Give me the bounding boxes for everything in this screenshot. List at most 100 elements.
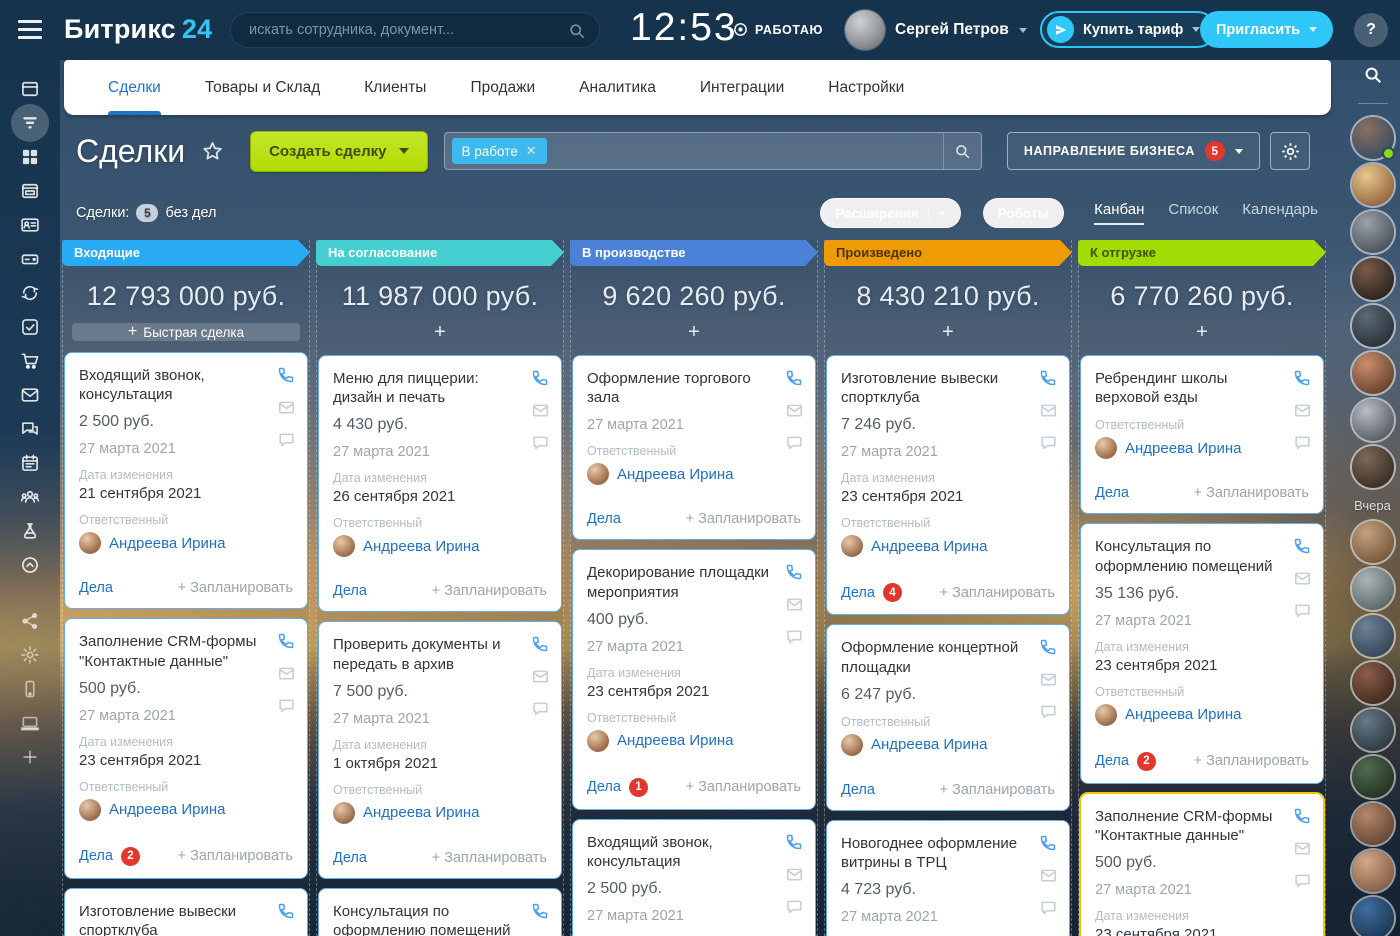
filter-search-field[interactable]: В работе ✕ [444, 132, 982, 170]
phone-icon[interactable] [530, 634, 550, 654]
phone-icon[interactable] [1292, 368, 1312, 388]
chat-icon[interactable] [1293, 871, 1312, 890]
mail-icon[interactable] [1293, 569, 1312, 588]
sidebar-item-employees[interactable] [0, 480, 60, 514]
tab-интеграции[interactable]: Интеграции [700, 60, 784, 115]
tab-продажи[interactable]: Продажи [470, 60, 535, 115]
deal-card[interactable]: Меню для пиццерии: дизайн и печать4 430 … [318, 355, 562, 612]
todos-link[interactable]: Дела [333, 850, 367, 866]
responsible-name[interactable]: Андреева Ирина [617, 732, 734, 749]
plan-link[interactable]: + Запланировать [432, 583, 547, 599]
sidebar-item-sync[interactable] [0, 276, 60, 310]
chat-icon[interactable] [277, 430, 296, 449]
plan-link[interactable]: + Запланировать [178, 848, 293, 864]
phone-icon[interactable] [530, 368, 550, 388]
menu-icon[interactable] [18, 20, 42, 39]
chat-icon[interactable] [531, 433, 550, 452]
sidebar-item-tasks[interactable] [0, 310, 60, 344]
deal-title[interactable]: Проверить документы и передать в архив [333, 635, 547, 673]
mail-icon[interactable] [785, 865, 804, 884]
avatar[interactable] [1352, 568, 1394, 610]
view-tab-список[interactable]: Список [1168, 201, 1218, 225]
tab-товары-и-склад[interactable]: Товары и Склад [205, 60, 320, 115]
close-icon[interactable]: ✕ [526, 143, 537, 159]
avatar[interactable] [1352, 258, 1394, 300]
tab-аналитика[interactable]: Аналитика [579, 60, 656, 115]
deal-title[interactable]: Меню для пиццерии: дизайн и печать [333, 369, 547, 407]
column-header[interactable]: Входящие [62, 240, 310, 266]
deal-card[interactable]: Изготовление вывески спортклуба7 246 руб… [826, 355, 1070, 615]
user-menu[interactable]: Сергей Петров [845, 10, 1027, 50]
deal-title[interactable]: Заполнение CRM-формы "Контактные данные" [1095, 807, 1309, 845]
plan-link[interactable]: + Запланировать [432, 850, 547, 866]
chat-icon[interactable] [1293, 433, 1312, 452]
buy-plan-button[interactable]: Купить тариф [1040, 11, 1216, 48]
deal-title[interactable]: Оформление концертной площадки [841, 638, 1055, 676]
phone-icon[interactable] [1292, 806, 1312, 826]
todos-link[interactable]: Дела [79, 848, 113, 864]
mail-icon[interactable] [1039, 866, 1058, 885]
responsible-name[interactable]: Андреева Ирина [1125, 440, 1242, 457]
mail-icon[interactable] [531, 667, 550, 686]
deal-card[interactable]: Декорирование площадки мероприятия400 ру… [572, 549, 816, 809]
help-button[interactable]: ? [1354, 13, 1388, 47]
plan-link[interactable]: + Запланировать [686, 779, 801, 795]
phone-icon[interactable] [784, 368, 804, 388]
avatar[interactable] [1352, 709, 1394, 751]
sidebar-item-desktop[interactable] [0, 706, 60, 740]
plan-link[interactable]: + Запланировать [686, 511, 801, 527]
sidebar-item-mobile[interactable] [0, 672, 60, 706]
todos-link[interactable]: Дела [587, 511, 621, 527]
sidebar-item-shop[interactable] [0, 344, 60, 378]
avatar[interactable] [1352, 211, 1394, 253]
sidebar-item-chat[interactable] [0, 412, 60, 446]
business-direction-button[interactable]: НАПРАВЛЕНИЕ БИЗНЕСА 5 [1007, 132, 1260, 170]
deal-card[interactable]: Изготовление вывески спортклуба7 246 руб… [64, 888, 308, 936]
clock[interactable]: 12:53 [630, 6, 738, 50]
chat-icon[interactable] [785, 433, 804, 452]
todos-link[interactable]: Дела [841, 585, 875, 601]
deal-title[interactable]: Новогоднее оформление витрины в ТРЦ [841, 834, 1055, 872]
avatar[interactable] [1352, 615, 1394, 657]
deal-card[interactable]: Новогоднее оформление витрины в ТРЦ4 723… [826, 820, 1070, 936]
create-deal-button[interactable]: Создать сделку [250, 131, 427, 172]
mail-icon[interactable] [785, 595, 804, 614]
deal-title[interactable]: Консультация по оформлению помещений [1095, 537, 1309, 575]
responsible-name[interactable]: Андреева Ирина [871, 736, 988, 753]
sidebar-item-live-feed[interactable] [0, 72, 60, 106]
mail-icon[interactable] [1039, 670, 1058, 689]
filter-chip[interactable]: В работе ✕ [452, 138, 547, 164]
sidebar-item-drive[interactable] [0, 242, 60, 276]
sidebar-item-mail[interactable] [0, 378, 60, 412]
responsible-name[interactable]: Андреева Ирина [617, 466, 734, 483]
deal-title[interactable]: Консультация по оформлению помещений [333, 902, 547, 936]
phone-icon[interactable] [530, 901, 550, 921]
phone-icon[interactable] [1038, 833, 1058, 853]
plan-link[interactable]: + Запланировать [1194, 753, 1309, 769]
add-deal-button[interactable]: + [825, 321, 1071, 344]
chat-icon[interactable] [1039, 702, 1058, 721]
deal-card[interactable]: Входящий звонок, консультация2 500 руб.2… [64, 352, 308, 609]
avatar[interactable] [1352, 446, 1394, 488]
mail-icon[interactable] [1293, 401, 1312, 420]
tab-клиенты[interactable]: Клиенты [364, 60, 426, 115]
deal-title[interactable]: Изготовление вывески спортклуба [841, 369, 1055, 407]
deal-card[interactable]: Заполнение CRM-формы "Контактные данные"… [1080, 793, 1324, 936]
avatar[interactable] [1352, 521, 1394, 563]
avatar[interactable] [1352, 850, 1394, 892]
deal-title[interactable]: Входящий звонок, консультация [79, 366, 293, 404]
todos-link[interactable]: Дела [587, 779, 621, 795]
mail-icon[interactable] [277, 398, 296, 417]
avatar[interactable] [1352, 305, 1394, 347]
plan-link[interactable]: + Запланировать [1194, 485, 1309, 501]
deal-title[interactable]: Заполнение CRM-формы "Контактные данные" [79, 632, 293, 670]
responsible-name[interactable]: Андреева Ирина [363, 538, 480, 555]
column-header[interactable]: На согласование [316, 240, 564, 266]
sidebar-item-share[interactable] [0, 604, 60, 638]
phone-icon[interactable] [784, 832, 804, 852]
app-logo[interactable]: Битрикс24 [64, 14, 212, 45]
responsible-name[interactable]: Андреева Ирина [109, 801, 226, 818]
phone-icon[interactable] [276, 901, 296, 921]
counter-badge[interactable]: 5 [136, 204, 158, 222]
deal-card[interactable]: Консультация по оформлению помещений35 1… [318, 888, 562, 936]
